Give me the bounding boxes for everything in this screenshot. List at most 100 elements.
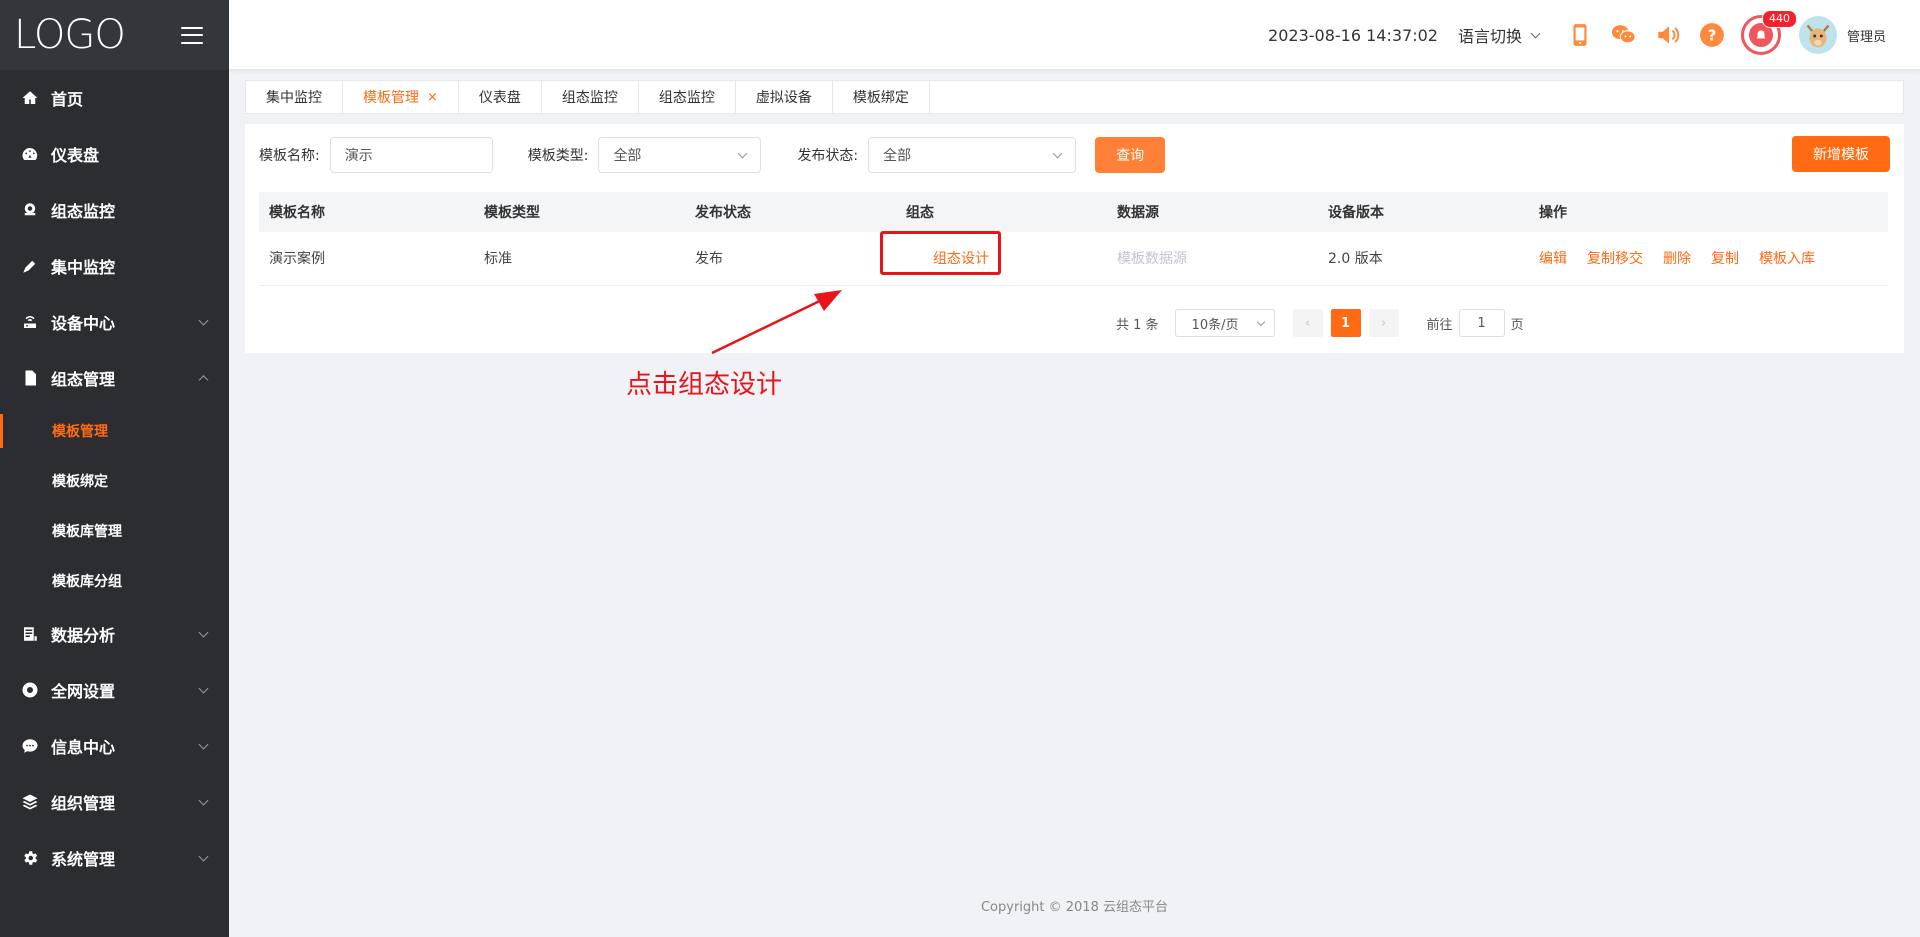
tab-template-manage[interactable]: 模板管理 ×: [343, 81, 459, 113]
chevron-down-icon: [198, 851, 209, 862]
chevron-down-icon: [198, 315, 209, 326]
language-label: 语言切换: [1457, 27, 1522, 46]
logo-bar: LOGO: [0, 0, 229, 70]
sidebar-subitem-template-manage[interactable]: 模板管理: [0, 406, 229, 456]
copy-transfer-link[interactable]: 复制移交: [1587, 251, 1643, 267]
sidebar-menu: 首页 仪表盘 组态监控 集中监控 设备中心 组态管理: [0, 70, 229, 406]
chevron-down-icon: [1052, 148, 1063, 159]
template-name-input[interactable]: 演示: [329, 137, 493, 173]
dashboard-icon: [20, 144, 40, 164]
cell-operations: 编辑 复制移交 删除 复制 模板入库: [1529, 232, 1888, 286]
wechat-icon[interactable]: [1609, 20, 1639, 50]
chevron-down-icon: [198, 739, 209, 750]
top-header: 2023-08-16 14:37:02 语言切换 ? 440 管理员: [229, 0, 1920, 70]
goto-page-input[interactable]: 1: [1458, 309, 1505, 337]
tab-dashboard[interactable]: 仪表盘: [459, 81, 542, 113]
chevron-down-icon: [198, 627, 209, 638]
menu-toggle-icon[interactable]: [181, 26, 203, 44]
copy-link[interactable]: 复制: [1711, 251, 1739, 267]
template-table: 模板名称 模板类型 发布状态 组态 数据源 设备版本 操作 演示案例 标准 发布…: [259, 192, 1888, 286]
chevron-down-icon: [737, 148, 748, 159]
cell-template-name: 演示案例: [259, 232, 474, 286]
tab-virtual-device[interactable]: 虚拟设备: [736, 81, 833, 113]
template-name-value: 演示: [344, 148, 373, 164]
datasource-link[interactable]: 模板数据源: [1117, 251, 1187, 267]
settings-ring-icon: [20, 680, 40, 700]
help-icon[interactable]: ?: [1697, 20, 1727, 50]
sidebar-item-label: 集中监控: [51, 258, 116, 277]
sidebar-item-org-manage[interactable]: 组织管理: [0, 774, 229, 830]
sidebar-item-label: 全网设置: [51, 682, 116, 701]
sidebar-item-label: 首页: [51, 90, 84, 109]
router-icon: [20, 312, 40, 332]
pen-icon: [20, 256, 40, 276]
column-header: 模板名称: [259, 192, 474, 232]
speaker-icon[interactable]: [1653, 20, 1683, 50]
svg-text:?: ?: [1708, 26, 1717, 44]
sidebar-item-label: 设备中心: [51, 314, 116, 333]
sidebar-item-label: 系统管理: [51, 850, 116, 869]
chevron-down-icon: [198, 683, 209, 694]
filter-row: 模板名称: 演示 模板类型: 全部 发布状态: 全部 查询 新增模板: [259, 136, 1890, 173]
sidebar-item-config-monitor[interactable]: 组态监控: [0, 182, 229, 238]
sidebar-subitem-template-group[interactable]: 模板库分组: [0, 556, 229, 606]
sidebar-submenu: 模板管理 模板绑定 模板库管理 模板库分组: [0, 406, 229, 606]
chevron-up-icon: [198, 375, 209, 386]
tab-central-monitor[interactable]: 集中监控: [246, 81, 343, 113]
annotation-text: 点击组态设计: [626, 370, 783, 400]
add-to-library-link[interactable]: 模板入库: [1759, 251, 1815, 267]
design-link[interactable]: 组态设计: [933, 251, 989, 267]
sidebar-item-label: 仪表盘: [51, 146, 100, 165]
page-size-select[interactable]: 10条/页: [1174, 309, 1275, 337]
chevron-down-icon: [1530, 28, 1541, 38]
sidebar-item-network-settings[interactable]: 全网设置: [0, 662, 229, 718]
publish-status-value: 全部: [883, 148, 912, 164]
sidebar-item-home[interactable]: 首页: [0, 70, 229, 126]
delete-link[interactable]: 删除: [1663, 251, 1691, 267]
page-size-value: 10条/页: [1191, 317, 1239, 333]
sidebar-item-device-center[interactable]: 设备中心: [0, 294, 229, 350]
sidebar-subitem-template-library[interactable]: 模板库管理: [0, 506, 229, 556]
sidebar-item-config-manage[interactable]: 组态管理: [0, 350, 229, 406]
page-number-current[interactable]: 1: [1330, 309, 1361, 337]
sidebar-item-data-analysis[interactable]: 数据分析: [0, 606, 229, 662]
template-type-select[interactable]: 全部: [598, 137, 762, 173]
sidebar-item-info-center[interactable]: 信息中心: [0, 718, 229, 774]
sidebar-item-label: 信息中心: [51, 738, 116, 757]
tab-config-monitor-2[interactable]: 组态监控: [639, 81, 736, 113]
sidebar-item-system-manage[interactable]: 系统管理: [0, 830, 229, 886]
sidebar-item-dashboard[interactable]: 仪表盘: [0, 126, 229, 182]
alarm-button[interactable]: 440: [1740, 10, 1797, 55]
datetime: 2023-08-16 14:37:02: [1268, 25, 1438, 45]
main-panel: 模板名称: 演示 模板类型: 全部 发布状态: 全部 查询 新增模板 模板名称 …: [245, 124, 1904, 353]
avatar[interactable]: [1798, 16, 1837, 54]
tab-config-monitor[interactable]: 组态监控: [542, 81, 639, 113]
username[interactable]: 管理员: [1847, 26, 1886, 45]
next-page-button[interactable]: ›: [1368, 309, 1399, 337]
status-filter-label: 发布状态:: [797, 148, 859, 164]
add-template-button[interactable]: 新增模板: [1792, 136, 1890, 172]
layers-icon: [20, 792, 40, 812]
chat-icon: [20, 736, 40, 756]
mobile-icon[interactable]: [1565, 20, 1595, 50]
alarm-count-badge: 440: [1761, 10, 1797, 28]
pagination-total: 共 1 条: [1116, 317, 1159, 333]
prev-page-button[interactable]: ‹: [1292, 309, 1323, 337]
cell-template-type: 标准: [474, 232, 685, 286]
publish-status-select[interactable]: 全部: [868, 137, 1077, 173]
table-header-row: 模板名称 模板类型 发布状态 组态 数据源 设备版本 操作: [259, 192, 1888, 232]
query-button[interactable]: 查询: [1095, 137, 1166, 173]
close-icon[interactable]: ×: [427, 90, 438, 105]
sidebar-item-label: 组织管理: [51, 794, 116, 813]
sidebar-item-label: 组态监控: [51, 202, 116, 221]
language-switch[interactable]: 语言切换: [1457, 23, 1541, 47]
type-filter-label: 模板类型:: [527, 148, 589, 164]
home-icon: [20, 88, 40, 108]
sidebar-subitem-template-bind[interactable]: 模板绑定: [0, 456, 229, 506]
edit-link[interactable]: 编辑: [1539, 251, 1567, 267]
header-right: 2023-08-16 14:37:02 语言切换 ? 440 管理员: [1268, 0, 1886, 70]
tab-template-bind[interactable]: 模板绑定: [833, 81, 930, 113]
column-header: 操作: [1529, 192, 1888, 232]
sidebar-item-central-monitor[interactable]: 集中监控: [0, 238, 229, 294]
column-header: 模板类型: [474, 192, 685, 232]
